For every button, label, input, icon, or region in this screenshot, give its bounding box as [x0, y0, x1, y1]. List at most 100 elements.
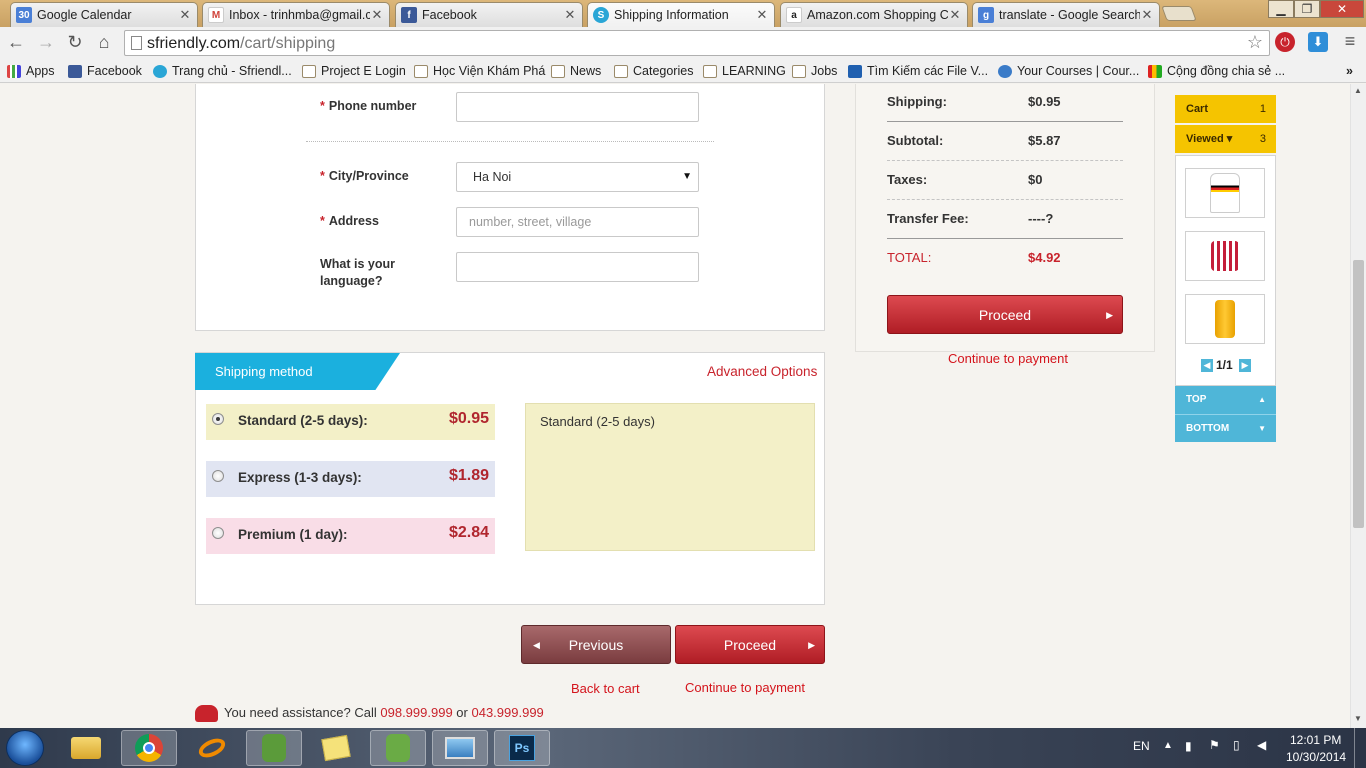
tab-google-calendar[interactable]: 30 Google Calendar ✕ — [10, 2, 198, 27]
start-orb-icon[interactable] — [6, 730, 44, 766]
close-window-button[interactable]: ✕ — [1320, 0, 1364, 18]
bookmark-categories[interactable]: Categories — [614, 62, 693, 80]
advanced-options-link[interactable]: Advanced Options — [707, 364, 817, 379]
new-tab-button[interactable] — [1161, 6, 1197, 21]
file-explorer-icon[interactable] — [58, 730, 114, 766]
photoshop-icon[interactable]: Ps — [494, 730, 550, 766]
back-button[interactable]: ← — [4, 31, 28, 55]
viewed-widget-button[interactable]: Viewed ▾ 3 — [1175, 125, 1276, 153]
volume-icon[interactable]: ◀ — [1257, 738, 1266, 752]
language-indicator[interactable]: EN — [1133, 739, 1150, 753]
scroll-bottom-button[interactable]: BOTTOM ▼ — [1175, 414, 1276, 442]
minimize-button[interactable]: ▁ — [1268, 0, 1294, 18]
tab-gmail[interactable]: M Inbox - trinhmba@gmail.c ✕ — [202, 2, 390, 27]
scroll-up-arrow[interactable]: ▲ — [1354, 86, 1362, 95]
summary-continue-link[interactable]: Continue to payment — [948, 351, 1068, 366]
browser-tab-strip: 30 Google Calendar ✕ M Inbox - trinhmba@… — [0, 0, 1366, 27]
home-button[interactable]: ⌂ — [92, 31, 116, 55]
scroll-top-button[interactable]: TOP ▲ — [1175, 386, 1276, 414]
page-scrollbar[interactable]: ▲ ▼ — [1350, 84, 1366, 728]
viewed-item-can[interactable] — [1185, 294, 1265, 344]
evernote-icon[interactable] — [370, 730, 426, 766]
bookmark-facebook[interactable]: Facebook — [68, 62, 142, 80]
show-desktop-button[interactable] — [1354, 728, 1366, 768]
show-hidden-icons[interactable]: ▲ — [1163, 740, 1173, 751]
photo-viewer-icon[interactable] — [432, 730, 488, 766]
clock-date[interactable]: 10/30/2014 — [1286, 750, 1346, 764]
bookmark-news[interactable]: News — [551, 62, 601, 80]
close-icon[interactable]: ✕ — [755, 7, 769, 23]
viewed-item-striped-shirt[interactable] — [1185, 231, 1265, 281]
shipping-option-premium[interactable]: Premium (1 day): $2.84 — [206, 518, 495, 554]
close-icon[interactable]: ✕ — [370, 7, 384, 23]
viewed-item-jersey[interactable] — [1185, 168, 1265, 218]
folder-icon — [414, 64, 428, 78]
apps-icon — [7, 64, 21, 78]
radio-standard[interactable] — [212, 413, 224, 425]
city-province-select[interactable]: Ha Noi ▼ — [456, 162, 699, 192]
clock-time[interactable]: 12:01 PM — [1290, 733, 1341, 747]
page-content: * Phone number * City/Province Ha Noi ▼ * A… — [0, 84, 1350, 728]
restore-button[interactable]: ❐ — [1294, 0, 1320, 18]
folder-icon — [703, 64, 717, 78]
summary-transfer-fee-label: Transfer Fee: — [887, 211, 969, 226]
language-input[interactable] — [456, 252, 699, 282]
bookmark-label: Trang chủ - Sfriendl... — [172, 64, 292, 78]
radio-express[interactable] — [212, 470, 224, 482]
option-price: $2.84 — [448, 524, 489, 541]
app-orange-icon[interactable] — [184, 730, 240, 766]
sticky-notes-icon[interactable] — [308, 730, 364, 766]
scrollbar-thumb[interactable] — [1353, 260, 1364, 528]
proceed-label: Proceed — [723, 637, 777, 653]
tab-shipping-information[interactable]: S Shipping Information ✕ — [587, 2, 775, 27]
download-icon[interactable]: ⬇ — [1308, 32, 1328, 52]
summary-proceed-button[interactable]: Proceed ▶ — [887, 295, 1123, 334]
cart-widget-button[interactable]: Cart 1 — [1175, 95, 1276, 123]
bookmark-learning[interactable]: LEARNING — [703, 62, 786, 80]
pager-text: 1/1 — [1216, 358, 1233, 372]
evernote-icon[interactable] — [246, 730, 302, 766]
forward-button[interactable]: → — [34, 31, 58, 55]
previous-button[interactable]: ◀ Previous — [521, 625, 671, 664]
shipping-option-standard[interactable]: Standard (2-5 days): $0.95 — [206, 404, 495, 440]
back-to-cart-link[interactable]: Back to cart — [571, 681, 640, 696]
bookmark-trang-chu[interactable]: Trang chủ - Sfriendl... — [153, 62, 292, 80]
tab-facebook[interactable]: f Facebook ✕ — [395, 2, 583, 27]
close-icon[interactable]: ✕ — [178, 7, 192, 23]
proceed-button[interactable]: Proceed ▶ — [675, 625, 825, 664]
tab-amazon[interactable]: a Amazon.com Shopping C ✕ — [780, 2, 968, 27]
pager-next-button[interactable]: ▶ — [1239, 359, 1251, 372]
chrome-icon[interactable] — [121, 730, 177, 766]
bookmark-hoc-vien[interactable]: Học Viện Khám Phá — [414, 62, 545, 80]
coursera-icon — [998, 64, 1012, 78]
continue-to-payment-link[interactable]: Continue to payment — [685, 680, 805, 695]
close-icon[interactable]: ✕ — [1140, 7, 1154, 23]
reload-button[interactable]: ↻ — [63, 31, 87, 55]
phone-number-input[interactable] — [456, 92, 699, 122]
bookmark-courses[interactable]: Your Courses | Cour... — [998, 62, 1139, 80]
menu-icon[interactable]: ≡ — [1340, 31, 1360, 53]
bookmark-cong-dong[interactable]: Cộng đồng chia sẻ ... — [1148, 62, 1285, 80]
close-icon[interactable]: ✕ — [948, 7, 962, 23]
url-text: sfriendly.com/cart/shipping — [147, 35, 335, 53]
flag-icon[interactable]: ⚑ — [1209, 738, 1220, 752]
pager-prev-button[interactable]: ◀ — [1201, 359, 1213, 372]
bookmark-jobs[interactable]: Jobs — [792, 62, 837, 80]
cart-label: Cart — [1186, 103, 1209, 115]
cart-count: 1 — [1259, 103, 1266, 115]
address-input[interactable]: number, street, village — [456, 207, 699, 237]
address-bar[interactable]: sfriendly.com/cart/shipping ☆ — [124, 30, 1270, 56]
tab-google-search[interactable]: g translate - Google Search ✕ — [972, 2, 1160, 27]
bookmark-project-e[interactable]: Project E Login — [302, 62, 406, 80]
radio-premium[interactable] — [212, 527, 224, 539]
more-bookmarks-button[interactable]: » — [1346, 62, 1353, 80]
network-icon[interactable]: ▮ — [1185, 739, 1192, 753]
battery-icon[interactable]: ▯ — [1233, 738, 1240, 752]
close-icon[interactable]: ✕ — [563, 7, 577, 23]
star-icon[interactable]: ☆ — [1247, 32, 1263, 53]
scroll-down-arrow[interactable]: ▼ — [1354, 714, 1362, 723]
bookmark-tim-kiem[interactable]: Tìm Kiếm các File V... — [848, 62, 988, 80]
shipping-option-express[interactable]: Express (1-3 days): $1.89 — [206, 461, 495, 497]
bookmark-apps[interactable]: Apps — [7, 62, 55, 80]
extension-power-icon[interactable]: ⏻ — [1275, 32, 1295, 52]
